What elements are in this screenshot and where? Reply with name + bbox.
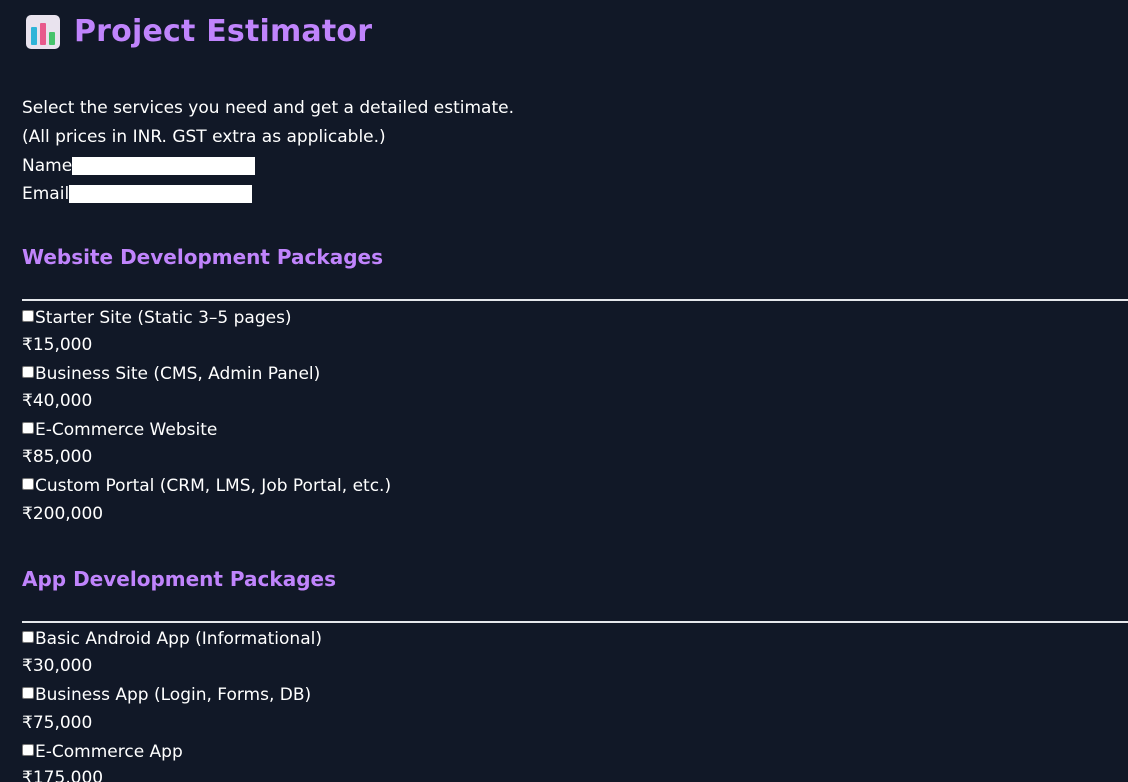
option-price: ₹15,000 <box>22 335 93 355</box>
option-label: Custom Portal (CRM, LMS, Job Portal, etc… <box>35 476 392 496</box>
option-price: ₹75,000 <box>22 713 93 733</box>
option-starter-site[interactable]: Starter Site (Static 3–5 pages) <box>22 307 292 329</box>
checkbox[interactable] <box>22 477 34 490</box>
section-divider <box>22 299 1128 301</box>
intro-text: Select the services you need and get a d… <box>22 98 515 118</box>
bar-chart-icon <box>26 14 60 49</box>
checkbox[interactable] <box>22 743 34 756</box>
email-input[interactable] <box>69 185 253 203</box>
option-ecommerce-app[interactable]: E-Commerce App <box>22 741 183 763</box>
option-business-app[interactable]: Business App (Login, Forms, DB) <box>22 684 311 706</box>
option-label: E-Commerce App <box>35 742 183 762</box>
option-label: Starter Site (Static 3–5 pages) <box>35 308 292 328</box>
option-business-site[interactable]: Business Site (CMS, Admin Panel) <box>22 363 320 385</box>
name-label: Name <box>22 156 73 176</box>
option-label: Business App (Login, Forms, DB) <box>35 685 312 705</box>
option-custom-portal[interactable]: Custom Portal (CRM, LMS, Job Portal, etc… <box>22 475 391 497</box>
page: Project Estimator Select the services yo… <box>0 0 1128 782</box>
option-price: ₹40,000 <box>22 391 93 411</box>
email-label: Email <box>22 184 70 204</box>
pricing-note: (All prices in INR. GST extra as applica… <box>22 127 386 147</box>
option-label: Basic Android App (Informational) <box>35 629 322 649</box>
option-basic-android-app[interactable]: Basic Android App (Informational) <box>22 628 322 650</box>
option-label: E-Commerce Website <box>35 420 218 440</box>
checkbox[interactable] <box>22 365 34 378</box>
checkbox[interactable] <box>22 421 34 434</box>
header: Project Estimator <box>26 14 372 49</box>
checkbox[interactable] <box>22 686 34 699</box>
option-price: ₹85,000 <box>22 447 93 467</box>
page-title: Project Estimator <box>74 14 373 49</box>
option-price: ₹30,000 <box>22 656 93 676</box>
name-input[interactable] <box>72 157 256 175</box>
section-title-app: App Development Packages <box>22 567 336 591</box>
email-row: Email <box>22 183 253 205</box>
option-price: ₹200,000 <box>22 504 104 524</box>
option-label: Business Site (CMS, Admin Panel) <box>35 364 321 384</box>
name-row: Name <box>22 155 256 177</box>
checkbox[interactable] <box>22 309 34 322</box>
section-title-website: Website Development Packages <box>22 245 383 269</box>
checkbox[interactable] <box>22 630 34 643</box>
section-divider <box>22 621 1128 623</box>
option-ecommerce-website[interactable]: E-Commerce Website <box>22 419 217 441</box>
option-price: ₹175,000 <box>22 768 104 782</box>
